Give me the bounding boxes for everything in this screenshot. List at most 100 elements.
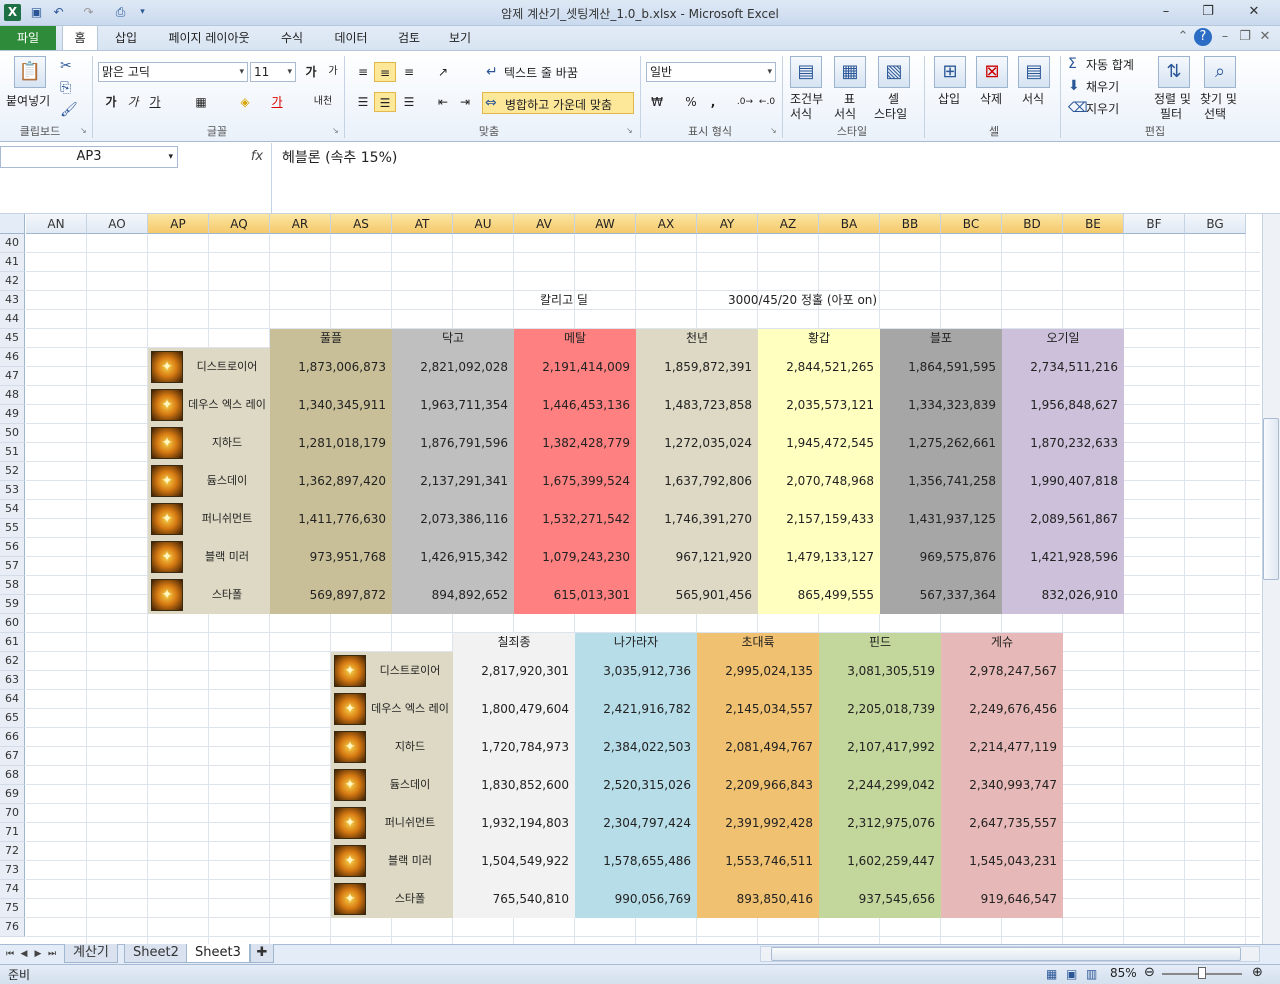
tab-insert[interactable]: 삽입 — [106, 26, 146, 50]
table2-value-cell[interactable]: 2,995,024,135 — [697, 652, 819, 690]
row-header[interactable]: 65 — [0, 709, 25, 728]
table1-header[interactable]: 오기일 — [1002, 329, 1124, 348]
table1-header[interactable]: 닥고 — [392, 329, 514, 348]
tab-file[interactable]: 파일 — [0, 26, 56, 50]
conditional-format-icon[interactable]: ▤ — [790, 56, 822, 88]
find-select-icon[interactable]: ⌕ — [1204, 56, 1236, 88]
wb-minimize-icon[interactable]: – — [1216, 28, 1234, 46]
table2-value-cell[interactable]: 2,817,920,301 — [453, 652, 575, 690]
column-header[interactable]: AR — [270, 214, 331, 234]
row-header[interactable]: 59 — [0, 595, 25, 614]
table2-value-cell[interactable]: 893,850,416 — [697, 880, 819, 918]
column-header[interactable]: BF — [1124, 214, 1185, 234]
wb-restore-icon[interactable]: ❐ — [1236, 28, 1254, 46]
italic-button[interactable]: 가 — [122, 92, 144, 112]
table1-value-cell[interactable]: 1,079,243,230 — [514, 538, 636, 576]
page-break-view-icon[interactable]: ▥ — [1086, 966, 1097, 982]
borders-icon[interactable]: ▦ — [190, 92, 212, 112]
row-header[interactable]: 40 — [0, 234, 25, 253]
table1-header[interactable]: 황갑 — [758, 329, 880, 348]
row-header[interactable]: 62 — [0, 652, 25, 671]
tab-home[interactable]: 홈 — [62, 25, 98, 51]
table1-value-cell[interactable]: 2,089,561,867 — [1002, 500, 1124, 538]
column-header[interactable]: AT — [392, 214, 453, 234]
row-header[interactable]: 46 — [0, 348, 25, 367]
row-header[interactable]: 72 — [0, 842, 25, 861]
row-header[interactable]: 63 — [0, 671, 25, 690]
merge-center-button[interactable]: ⇔ 병합하고 가운데 맞춤 — [482, 92, 634, 114]
table1-value-cell[interactable]: 2,035,573,121 — [758, 386, 880, 424]
align-right-icon[interactable]: ☰ — [398, 92, 420, 112]
table2-value-cell[interactable]: 2,391,992,428 — [697, 804, 819, 842]
table1-value-cell[interactable]: 1,275,262,661 — [880, 424, 1002, 462]
table1-value-cell[interactable]: 1,637,792,806 — [636, 462, 758, 500]
table2-header[interactable]: 게슈 — [941, 633, 1063, 652]
table2-value-cell[interactable]: 2,384,022,503 — [575, 728, 697, 766]
decrease-decimal-icon[interactable]: ←.0 — [756, 92, 778, 112]
table2-value-cell[interactable]: 1,800,479,604 — [453, 690, 575, 728]
row-header[interactable]: 71 — [0, 823, 25, 842]
row-header[interactable]: 69 — [0, 785, 25, 804]
table2-value-cell[interactable]: 2,081,494,767 — [697, 728, 819, 766]
sheet-tab-calculator[interactable]: 계산기 — [64, 944, 118, 963]
table1-value-cell[interactable]: 1,675,399,524 — [514, 462, 636, 500]
paste-icon[interactable]: 📋 — [14, 56, 46, 88]
table1-value-cell[interactable]: 1,859,872,391 — [636, 348, 758, 386]
row-header[interactable]: 52 — [0, 462, 25, 481]
prev-sheet-icon[interactable]: ◀ — [18, 946, 30, 962]
insert-sheet-icon[interactable]: ✚ — [250, 944, 274, 963]
table2-header[interactable]: 칠죄종 — [453, 633, 575, 652]
column-header[interactable]: BD — [1002, 214, 1063, 234]
table1-value-cell[interactable]: 973,951,768 — [270, 538, 392, 576]
skill-name-label[interactable]: 퍼니쉬먼트 — [369, 804, 451, 842]
align-left-icon[interactable]: ☰ — [352, 92, 374, 112]
table1-value-cell[interactable]: 1,873,006,873 — [270, 348, 392, 386]
insert-cells-button[interactable]: 삽입 — [938, 90, 960, 107]
column-header[interactable]: BE — [1063, 214, 1124, 234]
autosum-button[interactable]: 자동 합계 — [1086, 56, 1134, 73]
table1-value-cell[interactable]: 1,281,018,179 — [270, 424, 392, 462]
table1-value-cell[interactable]: 1,272,035,024 — [636, 424, 758, 462]
format-as-table-icon[interactable]: ▦ — [834, 56, 866, 88]
align-middle-icon[interactable]: ≡ — [374, 62, 396, 82]
table1-value-cell[interactable]: 569,897,872 — [270, 576, 392, 614]
table1-value-cell[interactable]: 1,532,271,542 — [514, 500, 636, 538]
row-header[interactable]: 73 — [0, 861, 25, 880]
table2-value-cell[interactable]: 2,647,735,557 — [941, 804, 1063, 842]
table1-value-cell[interactable]: 1,431,937,125 — [880, 500, 1002, 538]
name-box-dropdown-icon[interactable]: ▾ — [168, 147, 173, 167]
table1-value-cell[interactable]: 1,382,428,779 — [514, 424, 636, 462]
skill-name-label[interactable]: 듐스데이 — [186, 462, 268, 500]
table1-value-cell[interactable]: 1,356,741,258 — [880, 462, 1002, 500]
table2-value-cell[interactable]: 2,312,975,076 — [819, 804, 941, 842]
page-layout-view-icon[interactable]: ▣ — [1066, 966, 1077, 982]
table2-value-cell[interactable]: 1,720,784,973 — [453, 728, 575, 766]
table1-value-cell[interactable]: 832,026,910 — [1002, 576, 1124, 614]
grow-font-button[interactable]: 가 — [300, 62, 322, 82]
table2-value-cell[interactable]: 937,545,656 — [819, 880, 941, 918]
table1-value-cell[interactable]: 1,876,791,596 — [392, 424, 514, 462]
table2-value-cell[interactable]: 2,209,966,843 — [697, 766, 819, 804]
skill-name-label[interactable]: 데우스 엑스 레이 — [369, 690, 451, 728]
number-launcher-icon[interactable]: ↘ — [770, 126, 779, 135]
fill-color-icon[interactable]: ◈ — [234, 92, 256, 112]
table1-value-cell[interactable]: 2,073,386,116 — [392, 500, 514, 538]
conditional-format-label-2[interactable]: 서식 — [790, 105, 812, 122]
row-header[interactable]: 55 — [0, 519, 25, 538]
alignment-launcher-icon[interactable]: ↘ — [626, 126, 635, 135]
clipboard-launcher-icon[interactable]: ↘ — [80, 126, 89, 135]
insert-function-button[interactable]: fx — [244, 147, 270, 167]
row-header[interactable]: 58 — [0, 576, 25, 595]
column-header[interactable]: AU — [453, 214, 514, 234]
skill-name-label[interactable]: 블랙 미러 — [369, 842, 451, 880]
table2-value-cell[interactable]: 765,540,810 — [453, 880, 575, 918]
column-header[interactable]: AV — [514, 214, 575, 234]
sheet-tab-sheet3[interactable]: Sheet3 — [186, 944, 250, 963]
table1-value-cell[interactable]: 1,864,591,595 — [880, 348, 1002, 386]
table2-value-cell[interactable]: 1,553,746,511 — [697, 842, 819, 880]
title-left-label[interactable]: 칼리고 딜 — [514, 291, 614, 310]
row-header[interactable]: 60 — [0, 614, 25, 633]
row-header[interactable]: 75 — [0, 899, 25, 918]
table1-value-cell[interactable]: 567,337,364 — [880, 576, 1002, 614]
table2-value-cell[interactable]: 2,249,676,456 — [941, 690, 1063, 728]
